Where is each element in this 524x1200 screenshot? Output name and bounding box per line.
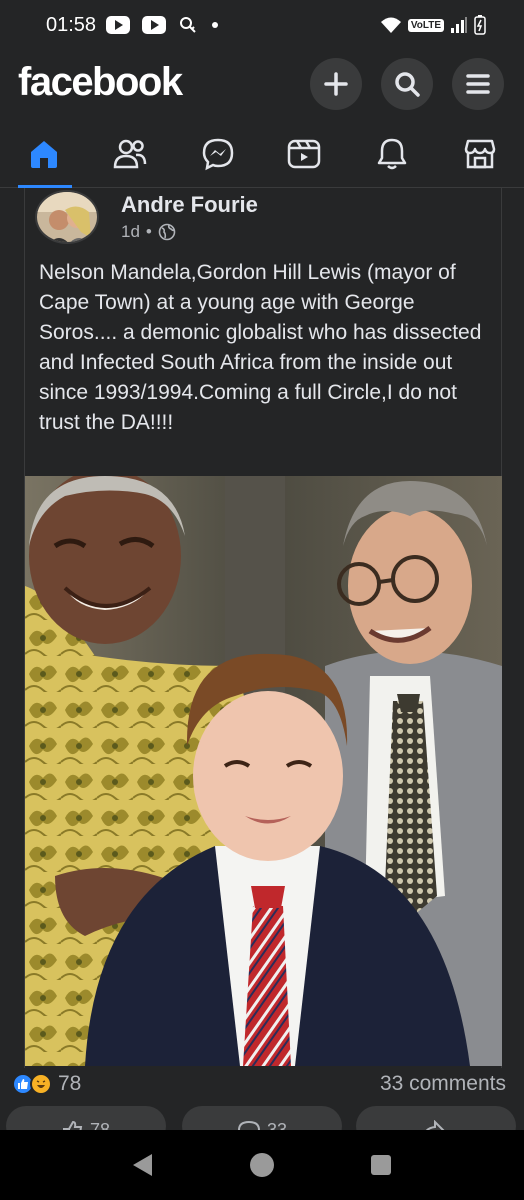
post-author[interactable]: Andre Fourie — [121, 192, 258, 218]
search-button[interactable] — [381, 58, 433, 110]
avatar-image — [37, 192, 97, 242]
facebook-logo[interactable]: facebook — [18, 60, 183, 105]
video-icon — [287, 139, 321, 169]
reaction-count: 78 — [58, 1072, 82, 1095]
tab-bar — [0, 120, 524, 188]
status-bar: 01:58 VoLTE — [0, 0, 524, 52]
battery-icon — [474, 15, 486, 35]
wifi-icon — [380, 17, 401, 33]
app-header: facebook — [0, 52, 524, 114]
messenger-icon — [202, 138, 234, 171]
dot-icon — [212, 22, 218, 28]
post-time[interactable]: 1d — [121, 222, 140, 242]
avatar[interactable] — [35, 190, 99, 244]
friends-icon — [113, 139, 147, 169]
home-circle-icon[interactable] — [249, 1152, 275, 1178]
status-icons-right: VoLTE — [380, 15, 486, 35]
post-photo[interactable] — [25, 476, 502, 1066]
youtube-icon — [142, 16, 166, 34]
globe-icon — [158, 223, 176, 241]
tab-messenger[interactable] — [196, 132, 240, 176]
home-icon — [31, 141, 57, 168]
back-icon[interactable] — [130, 1152, 154, 1178]
plus-icon — [324, 72, 348, 96]
signal-icon — [451, 17, 467, 33]
tab-notifications[interactable] — [370, 132, 414, 176]
tab-friends[interactable] — [108, 132, 152, 176]
search-icon — [395, 72, 420, 97]
comments-count[interactable]: 33 comments — [380, 1072, 506, 1096]
recents-icon[interactable] — [370, 1154, 392, 1176]
create-button[interactable] — [310, 58, 362, 110]
tab-marketplace[interactable] — [458, 132, 502, 176]
meta-separator: • — [145, 222, 152, 241]
reaction-summary[interactable]: 78 — [12, 1072, 81, 1096]
network-badge: VoLTE — [407, 18, 444, 32]
marketplace-icon — [464, 139, 496, 169]
youtube-icon — [106, 16, 130, 34]
menu-icon — [466, 74, 490, 94]
tab-home[interactable] — [22, 132, 66, 176]
tab-video[interactable] — [282, 132, 326, 176]
status-time: 01:58 — [46, 14, 97, 36]
post-card: Andre Fourie 1d • Nelson Mandela,Gordon … — [24, 188, 502, 1068]
status-icons-left — [106, 15, 220, 35]
notifications-icon — [377, 138, 407, 170]
post-meta: 1d • — [121, 222, 176, 242]
menu-button[interactable] — [452, 58, 504, 110]
post-text: Nelson Mandela,Gordon Hill Lewis (mayor … — [39, 261, 482, 434]
system-nav-bar — [0, 1130, 524, 1200]
haha-icon — [30, 1073, 52, 1095]
vpn-key-icon — [180, 17, 196, 33]
photo-image — [25, 476, 502, 1066]
